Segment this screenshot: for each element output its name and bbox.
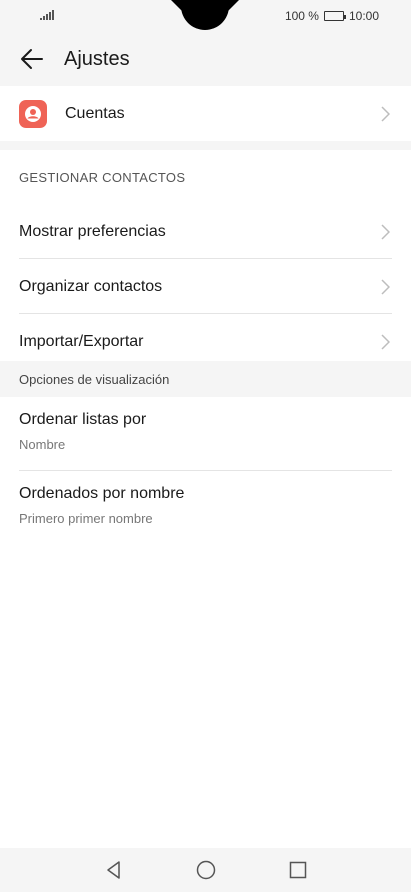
account-icon xyxy=(19,99,47,128)
page-title: Ajustes xyxy=(64,47,130,70)
accounts-row[interactable]: Cuentas xyxy=(0,86,411,141)
name-format-row[interactable]: Ordenados por nombre Primero primer nomb… xyxy=(0,471,411,545)
sort-lists-label: Ordenar listas por xyxy=(19,411,147,428)
home-circle-icon[interactable] xyxy=(195,859,217,881)
display-preferences-row[interactable]: Mostrar preferencias xyxy=(0,204,411,259)
battery-icon xyxy=(323,11,346,21)
camera-notch xyxy=(181,0,229,30)
display-options-card: Ordenar listas por Nombre Ordenados por … xyxy=(0,397,411,848)
section-header-manage: GESTIONAR CONTACTOS xyxy=(19,169,186,185)
sort-lists-row[interactable]: Ordenar listas por Nombre xyxy=(0,397,411,471)
recents-square-icon[interactable] xyxy=(287,859,309,881)
import-export-label: Importar/Exportar xyxy=(19,332,144,350)
chevron-right-icon xyxy=(381,333,390,350)
name-format-label: Ordenados por nombre xyxy=(19,485,185,502)
sort-lists-value: Nombre xyxy=(19,437,66,452)
section-header-display: Opciones de visualización xyxy=(0,361,411,397)
organize-contacts-label: Organizar contactos xyxy=(19,277,163,295)
display-preferences-label: Mostrar preferencias xyxy=(19,222,166,240)
name-format-value: Primero primer nombre xyxy=(19,511,153,526)
navigation-bar xyxy=(0,848,411,892)
status-bar: 100 % 10:00 xyxy=(0,0,411,32)
app-header: Ajustes xyxy=(0,32,411,86)
chevron-right-icon xyxy=(381,105,390,122)
organize-contacts-row[interactable]: Organizar contactos xyxy=(0,259,411,314)
back-arrow-icon[interactable] xyxy=(18,45,46,73)
status-right: 100 % 10:00 xyxy=(285,9,379,23)
accounts-card: Cuentas xyxy=(0,86,411,141)
chevron-right-icon xyxy=(381,278,390,295)
accounts-label: Cuentas xyxy=(65,104,125,122)
clock: 10:00 xyxy=(348,9,379,23)
chevron-right-icon xyxy=(381,223,390,240)
back-triangle-icon[interactable] xyxy=(103,859,125,881)
battery-percent: 100 % xyxy=(284,9,319,23)
manage-contacts-card: GESTIONAR CONTACTOS Mostrar preferencias… xyxy=(0,150,411,369)
signal-icon xyxy=(40,10,54,20)
